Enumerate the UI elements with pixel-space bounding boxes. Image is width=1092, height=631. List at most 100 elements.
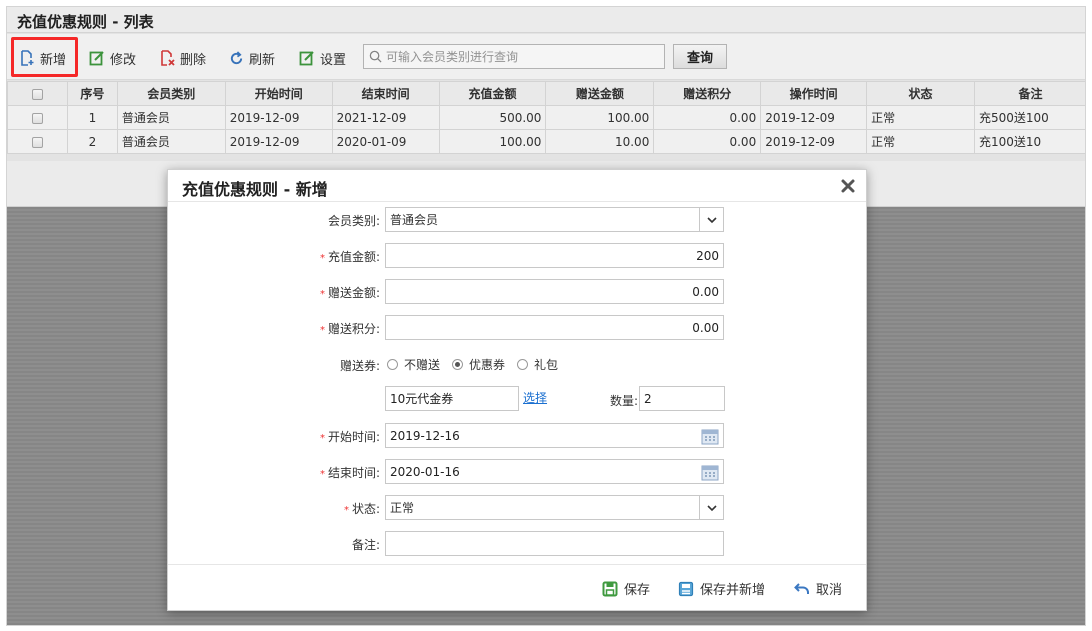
cancel-button-label: 取消 <box>816 583 843 598</box>
status-select[interactable]: 正常 <box>385 495 724 520</box>
member-type-value: 普通会员 <box>390 213 439 227</box>
recharge-amount-field[interactable] <box>385 243 724 268</box>
refresh-button[interactable]: 刷新 <box>229 48 275 68</box>
member-type-label: 会员类别: <box>220 212 380 229</box>
gift-points-field[interactable] <box>385 315 724 340</box>
column-header[interactable]: 序号 <box>66 81 118 106</box>
quantity-input[interactable] <box>644 387 720 410</box>
gift-points-label-text: 赠送积分: <box>327 322 380 336</box>
column-header[interactable]: 状态 <box>866 81 975 106</box>
member-type-select[interactable]: 普通会员 <box>385 207 724 232</box>
required-mark: * <box>319 433 325 444</box>
page-title: 充值优惠规则 - 列表 <box>17 13 154 31</box>
gift-amount-input[interactable] <box>390 280 719 303</box>
row-checkbox[interactable] <box>31 136 43 148</box>
column-header[interactable]: 会员类别 <box>116 81 226 106</box>
dialog-header: 充值优惠规则 - 新增 <box>168 170 866 202</box>
chevron-down-icon[interactable] <box>699 496 723 519</box>
row-select-cell[interactable] <box>7 105 68 130</box>
radio-no-gift[interactable]: 不赠送 <box>387 356 440 373</box>
calendar-icon[interactable] <box>701 427 719 445</box>
chevron-down-icon[interactable] <box>699 208 723 231</box>
quantity-field[interactable] <box>639 386 725 411</box>
radio-gift-pack[interactable]: 礼包 <box>517 356 558 373</box>
required-mark: * <box>319 469 325 480</box>
table-header-row: 序号 会员类别 开始时间 结束时间 充值金额 赠送金额 赠送积分 操作时间 状态… <box>7 81 1085 106</box>
radio-button-selected[interactable] <box>452 359 464 370</box>
column-header[interactable]: 赠送金额 <box>545 81 655 106</box>
column-header[interactable]: 赠送积分 <box>653 81 762 106</box>
cell: 充500送100 <box>973 105 1085 130</box>
column-header[interactable]: 备注 <box>973 81 1085 106</box>
cell: 100.00 <box>438 129 547 154</box>
dialog-title: 充值优惠规则 - 新增 <box>182 180 328 199</box>
cell: 充100送10 <box>973 129 1085 154</box>
title-bar: 充值优惠规则 - 列表 <box>7 7 1085 33</box>
select-all-checkbox[interactable] <box>31 88 43 100</box>
row-select-cell[interactable] <box>7 129 68 154</box>
start-date-input[interactable] <box>390 424 719 447</box>
add-rule-dialog: 充值优惠规则 - 新增 会员类别: 普通会员 *充值金额: *赠送金额: <box>167 169 867 611</box>
delete-button[interactable]: 删除 <box>159 48 206 68</box>
calendar-icon[interactable] <box>701 463 719 481</box>
save-and-new-button[interactable]: 保存并新增 <box>678 579 765 598</box>
cell: 100.00 <box>545 105 655 130</box>
search-input[interactable] <box>386 45 664 68</box>
gift-coupon-label-text: 赠送券: <box>339 359 380 373</box>
remark-input[interactable] <box>390 532 719 555</box>
save-and-new-button-label: 保存并新增 <box>700 583 766 598</box>
end-date-field[interactable] <box>385 459 724 484</box>
cell: 500.00 <box>438 105 547 130</box>
close-icon[interactable] <box>840 178 856 194</box>
save-button[interactable]: 保存 <box>602 579 650 598</box>
cell: 2020-01-09 <box>331 129 440 154</box>
recharge-amount-label: * 充值金额: <box>220 248 380 265</box>
gift-amount-field[interactable] <box>385 279 724 304</box>
column-header[interactable]: 开始时间 <box>224 81 333 106</box>
radio-button[interactable] <box>387 359 398 370</box>
cancel-button[interactable]: 取消 <box>794 579 842 598</box>
settings-button[interactable]: 设置 <box>299 48 346 68</box>
start-date-field[interactable] <box>385 423 724 448</box>
member-type-label-text: 会员类别: <box>327 214 380 228</box>
row-checkbox[interactable] <box>31 112 43 124</box>
cell: 2019-12-09 <box>760 105 868 130</box>
remark-field[interactable] <box>385 531 724 556</box>
gift-amount-label-text: 赠送金额: <box>327 286 380 300</box>
status-label: * 状态: <box>220 500 380 517</box>
recharge-amount-input[interactable] <box>390 244 719 267</box>
status-label-text: 状态: <box>351 502 380 516</box>
table-row[interactable]: 2 普通会员 2019-12-09 2020-01-09 100.00 10.0… <box>7 129 1085 154</box>
add-button-label: 新增 <box>40 52 67 68</box>
end-date-input[interactable] <box>390 460 719 483</box>
choose-coupon-link[interactable]: 选择 <box>523 389 547 406</box>
table-row[interactable]: 1 普通会员 2019-12-09 2021-12-09 500.00 100.… <box>7 105 1085 130</box>
edit-button[interactable]: 修改 <box>89 48 136 68</box>
page: 充值优惠规则 - 列表 新增 修改 删除 刷新 设置 可输入会员类别进行查询 查… <box>0 0 1092 631</box>
add-button[interactable]: 新增 <box>19 48 66 68</box>
column-header[interactable]: 结束时间 <box>331 81 440 106</box>
radio-button[interactable] <box>517 359 529 370</box>
cell: 普通会员 <box>116 129 226 154</box>
coupon-field[interactable] <box>385 386 519 411</box>
query-button[interactable]: 查询 <box>673 44 727 69</box>
cell: 2019-12-09 <box>224 129 333 154</box>
gift-amount-label: * 赠送金额: <box>220 284 380 301</box>
cell: 正常 <box>866 129 975 154</box>
select-all-cell[interactable] <box>7 81 68 106</box>
column-header[interactable]: 操作时间 <box>760 81 868 106</box>
required-mark: * <box>319 289 325 300</box>
save-icon <box>602 581 618 596</box>
end-date-label: * 结束时间: <box>220 464 380 481</box>
cell: 2019-12-09 <box>760 129 868 154</box>
radio-coupon[interactable]: 优惠券 <box>452 356 505 373</box>
remark-label: 备注: <box>220 536 380 553</box>
save-button-label: 保存 <box>624 583 651 598</box>
edit-button-label: 修改 <box>110 52 137 68</box>
gift-points-input[interactable] <box>390 316 719 339</box>
required-mark: * <box>343 505 349 516</box>
coupon-input[interactable] <box>390 387 514 410</box>
column-header[interactable]: 充值金额 <box>438 81 547 106</box>
required-mark: * <box>319 325 325 336</box>
start-date-label: * 开始时间: <box>220 428 380 445</box>
